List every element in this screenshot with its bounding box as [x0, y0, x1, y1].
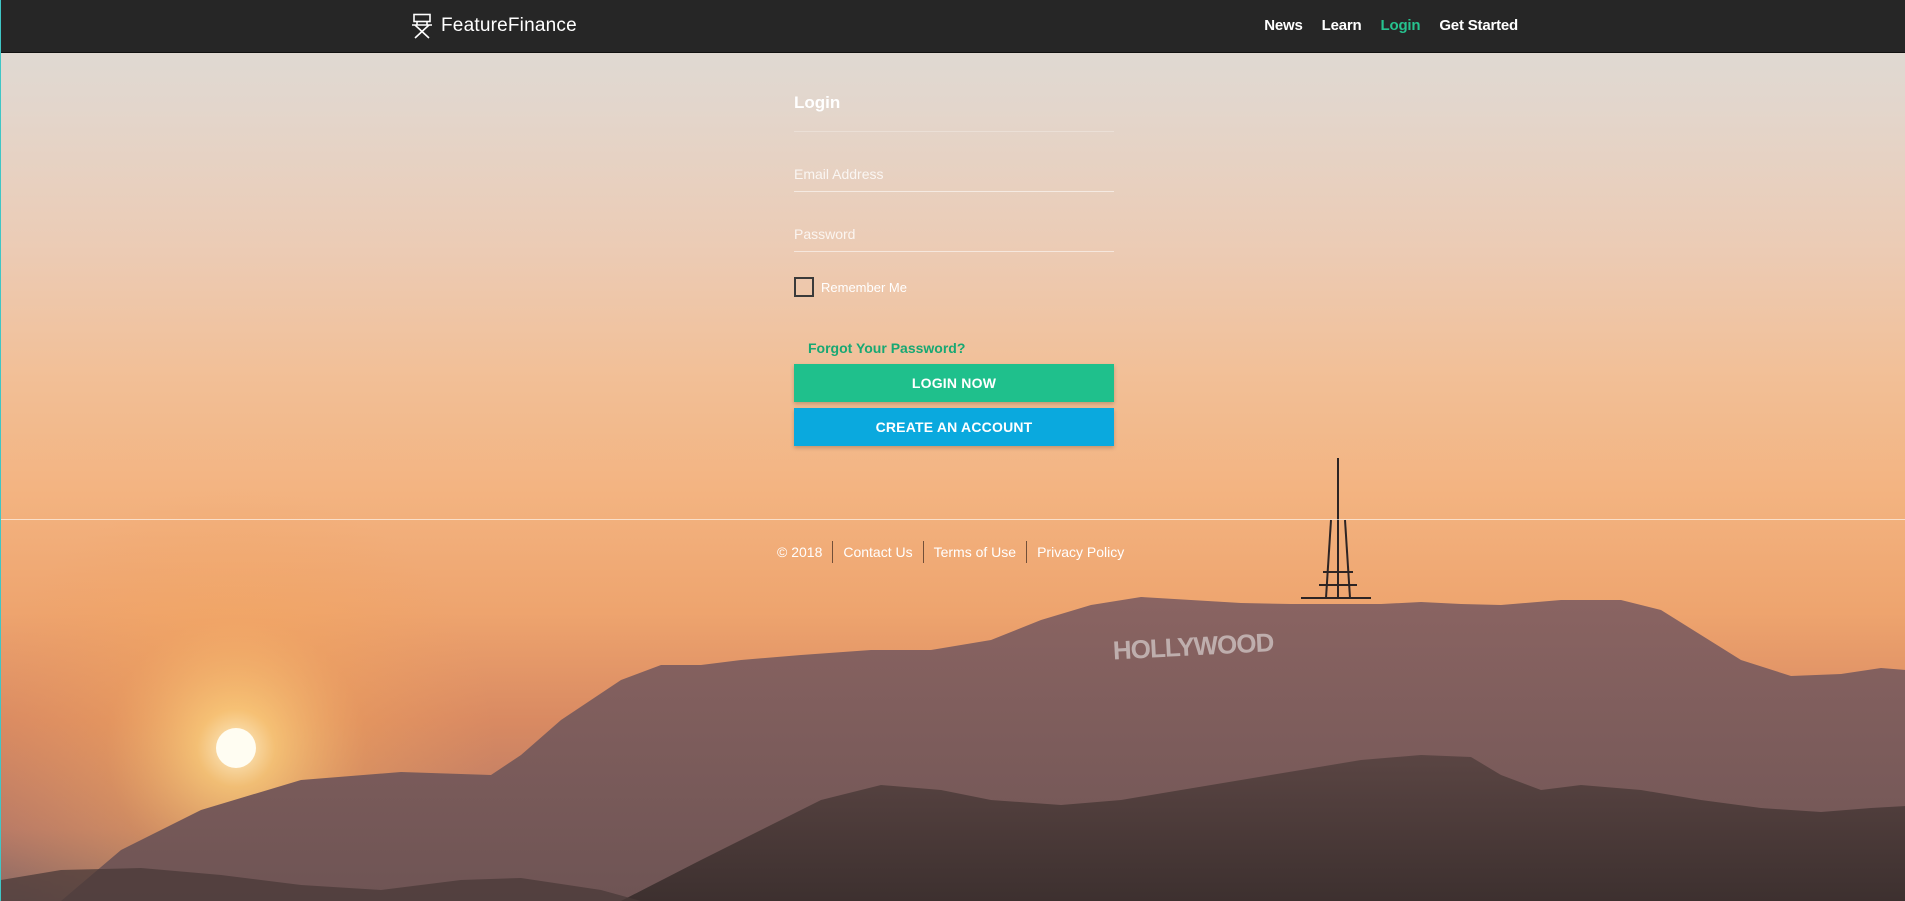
password-input[interactable] [794, 219, 1114, 249]
footer: © 2018 Contact Us Terms of Use Privacy P… [777, 541, 1134, 563]
create-account-button[interactable]: CREATE AN ACCOUNT [794, 408, 1114, 446]
nav-get-started[interactable]: Get Started [1439, 17, 1518, 34]
login-title: Login [794, 90, 1114, 132]
login-form: Login Remember Me Forgot Your Password? … [794, 90, 1114, 446]
password-field-wrapper [794, 219, 1114, 252]
email-input[interactable] [794, 159, 1114, 189]
forgot-password-link[interactable]: Forgot Your Password? [808, 340, 1114, 356]
nav-login[interactable]: Login [1381, 17, 1421, 34]
top-nav-bar: FeatureFinance News Learn Login Get Star… [1, 0, 1905, 53]
remember-me-checkbox[interactable] [794, 277, 814, 297]
footer-privacy-policy[interactable]: Privacy Policy [1027, 544, 1134, 560]
main-nav: News Learn Login Get Started [1264, 17, 1518, 34]
brand-name: FeatureFinance [441, 15, 577, 36]
remember-me[interactable]: Remember Me [794, 277, 1114, 297]
sun [216, 728, 256, 768]
email-field-wrapper [794, 159, 1114, 192]
nav-learn[interactable]: Learn [1322, 17, 1362, 34]
footer-divider [1, 519, 1905, 520]
copyright: © 2018 [777, 544, 823, 560]
login-now-button[interactable]: LOGIN NOW [794, 364, 1114, 402]
footer-contact-us[interactable]: Contact Us [833, 544, 922, 560]
brand-logo[interactable]: FeatureFinance [411, 13, 577, 39]
remember-me-label: Remember Me [821, 279, 907, 295]
directors-chair-icon [411, 13, 433, 39]
footer-terms-of-use[interactable]: Terms of Use [924, 544, 1026, 560]
nav-news[interactable]: News [1264, 17, 1303, 34]
